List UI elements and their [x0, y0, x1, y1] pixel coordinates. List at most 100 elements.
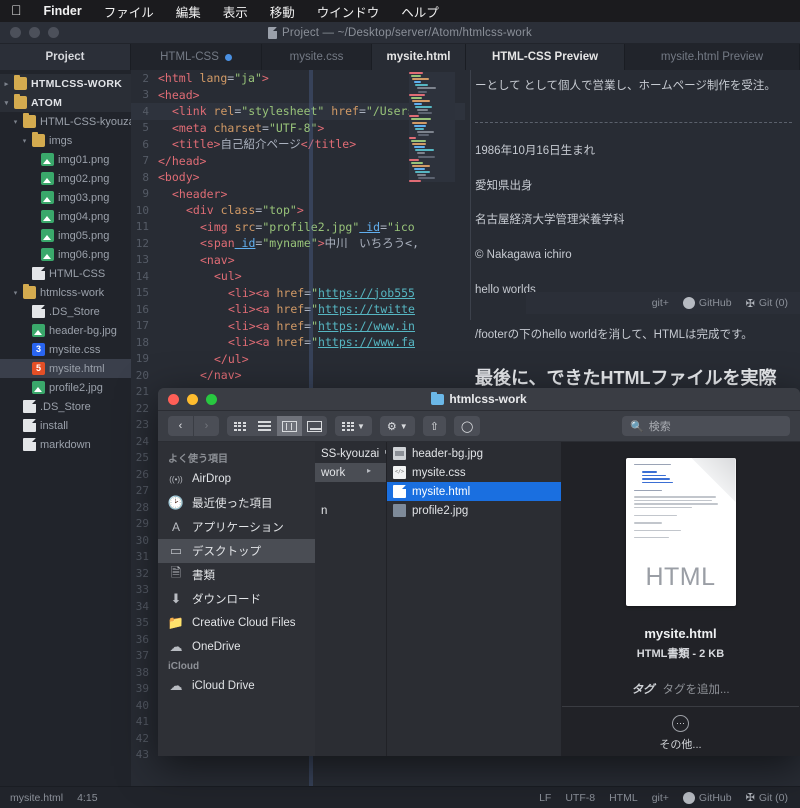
- tree-item-atom[interactable]: ▾ ATOM: [0, 93, 131, 112]
- finder-col1-row[interactable]: n: [315, 501, 386, 520]
- menu-item-finder[interactable]: Finder: [33, 4, 93, 18]
- forward-button[interactable]: ›: [194, 416, 219, 436]
- tab-html-css[interactable]: HTML-CSS: [131, 44, 262, 70]
- tags-placeholder[interactable]: タグを追加...: [662, 681, 729, 697]
- tab-html-css-preview[interactable]: HTML-CSS Preview: [466, 44, 625, 70]
- list-view-button[interactable]: [252, 416, 277, 436]
- twisty-icon[interactable]: ▸: [3, 80, 10, 88]
- finder-file-row[interactable]: profile2.jpg: [387, 501, 561, 520]
- code-line[interactable]: 11 <img src="profile2.jpg" id="ico: [131, 219, 465, 236]
- sidebar-item-airdrop[interactable]: ((•)) AirDrop: [158, 467, 315, 491]
- twisty-icon[interactable]: ▾: [12, 289, 19, 297]
- status-git-plus[interactable]: git+: [652, 792, 669, 804]
- share-button[interactable]: ⇧: [422, 416, 446, 436]
- status-git-button[interactable]: ✠ Git (0): [746, 791, 788, 805]
- view-mode-segmented-control[interactable]: [227, 416, 327, 436]
- code-line[interactable]: 16 <li><a href="https://twitte: [131, 301, 465, 318]
- finder-column-1[interactable]: SS-kyouzai▸ work ▸ n: [315, 442, 387, 756]
- sidebar-item-creative-cloud-files[interactable]: 📁 Creative Cloud Files: [158, 611, 315, 635]
- tree-item-htmlcss-work[interactable]: ▸ HTMLCSS-WORK: [0, 74, 131, 93]
- tree-item-imgs[interactable]: ▾ imgs: [0, 131, 131, 150]
- menu-item-file[interactable]: ファイル: [93, 2, 165, 21]
- sidebar-item-onedrive[interactable]: ☁ OneDrive: [158, 635, 315, 659]
- editor-minimap[interactable]: [409, 72, 455, 182]
- finder-sidebar[interactable]: よく使う項目 ((•)) AirDrop 🕑 最近使った項目 A アプリケーション ▭ デスクト…: [158, 442, 315, 756]
- twisty-icon[interactable]: ▾: [3, 99, 10, 107]
- tags-button[interactable]: ◯: [453, 416, 481, 436]
- menu-item-help[interactable]: ヘルプ: [390, 2, 450, 21]
- finder-col1-row[interactable]: work ▸: [315, 463, 386, 482]
- code-line[interactable]: 17 <li><a href="https://www.in: [131, 318, 465, 335]
- tree-item-ds-store[interactable]: .DS_Store: [0, 302, 131, 321]
- git-button[interactable]: ✠ Git (0): [746, 297, 788, 310]
- tree-item-html-css-kyouza[interactable]: ▾ HTML-CSS-kyouza: [0, 112, 131, 131]
- finder-col1-row[interactable]: SS-kyouzai▸: [315, 444, 386, 463]
- nav-buttons[interactable]: ‹ ›: [168, 416, 219, 436]
- code-line[interactable]: 13 <nav>: [131, 252, 465, 269]
- code-line[interactable]: 15 <li><a href="https://job555: [131, 285, 465, 302]
- tree-item-html-css[interactable]: HTML-CSS: [0, 264, 131, 283]
- github-button[interactable]: GitHub: [682, 297, 732, 309]
- sidebar-item-[interactable]: ⬇ ダウンロード: [158, 587, 315, 611]
- tree-item-img02-png[interactable]: img02.png: [0, 169, 131, 188]
- tree-item-mysite-css[interactable]: 3 mysite.css: [0, 340, 131, 359]
- code-line[interactable]: 12 <span id="myname">中川 いちろう<,: [131, 235, 465, 252]
- apple-menu-icon[interactable]: : [8, 3, 33, 19]
- sidebar-item-[interactable]: ▭ デスクトップ: [158, 539, 315, 563]
- finder-column-view[interactable]: SS-kyouzai▸ work ▸ n header-bg.jpg mysite.cs…: [315, 442, 800, 756]
- code-line[interactable]: 19 </ul>: [131, 351, 465, 368]
- finder-file-row[interactable]: mysite.html: [387, 482, 561, 501]
- coverflow-view-button[interactable]: [302, 416, 327, 436]
- action-menu-button[interactable]: ⚙ ▼: [379, 416, 415, 436]
- code-line[interactable]: 10 <div class="top">: [131, 202, 465, 219]
- tree-item-img06-png[interactable]: img06.png: [0, 245, 131, 264]
- twisty-icon[interactable]: ▾: [21, 137, 28, 145]
- tree-item-header-bg-jpg[interactable]: header-bg.jpg: [0, 321, 131, 340]
- more-label[interactable]: その他...: [659, 736, 701, 752]
- finder-file-row[interactable]: mysite.css: [387, 463, 561, 482]
- back-button[interactable]: ‹: [168, 416, 193, 436]
- tree-item-img04-png[interactable]: img04.png: [0, 207, 131, 226]
- menu-item-view[interactable]: 表示: [212, 2, 259, 21]
- sidebar-item-[interactable]: 🕑 最近使った項目: [158, 491, 315, 515]
- menu-item-window[interactable]: ウインドウ: [306, 2, 391, 21]
- status-encoding[interactable]: UTF-8: [565, 792, 595, 804]
- menu-item-go[interactable]: 移動: [259, 2, 306, 21]
- sidebar-item-[interactable]: A アプリケーション: [158, 515, 315, 539]
- status-cursor-position[interactable]: 4:15: [77, 792, 97, 804]
- finder-column-2[interactable]: header-bg.jpg mysite.css mysite.html profil…: [387, 442, 562, 756]
- tree-item-install[interactable]: install: [0, 416, 131, 435]
- code-line[interactable]: 20 </nav>: [131, 367, 465, 384]
- tree-item-htmlcss-work[interactable]: ▾ htmlcss-work: [0, 283, 131, 302]
- tab-project[interactable]: Project: [0, 44, 131, 70]
- icon-view-button[interactable]: [227, 416, 252, 436]
- status-github-button[interactable]: GitHub: [682, 791, 732, 804]
- tree-item-ds-store[interactable]: .DS_Store: [0, 397, 131, 416]
- status-grammar[interactable]: HTML: [609, 792, 638, 804]
- preview-more-section[interactable]: ⋯ その他...: [562, 706, 799, 752]
- finder-col1-row[interactable]: [315, 482, 386, 501]
- git-plus-button[interactable]: git+: [652, 297, 669, 309]
- finder-window[interactable]: htmlcss-work ‹ › ▼ ⚙ ▼ ⇧ ◯ 🔍 検索 よく使う項目 (…: [158, 388, 800, 756]
- tab-mysite-html-preview[interactable]: mysite.html Preview: [625, 44, 800, 70]
- status-filename[interactable]: mysite.html: [10, 792, 63, 804]
- finder-file-row[interactable]: header-bg.jpg: [387, 444, 561, 463]
- preview-tags-row[interactable]: タグ タグを追加...: [631, 681, 729, 697]
- tab-mysite-html[interactable]: mysite.html: [372, 44, 466, 70]
- sidebar-item-[interactable]: 🗎 書類: [158, 563, 315, 587]
- tree-item-img03-png[interactable]: img03.png: [0, 188, 131, 207]
- column-view-button[interactable]: [277, 416, 302, 436]
- menu-item-edit[interactable]: 編集: [165, 2, 212, 21]
- tree-item-mysite-html[interactable]: 5 mysite.html: [0, 359, 131, 378]
- group-by-button[interactable]: ▼: [335, 416, 372, 436]
- tree-item-profile2-jpg[interactable]: profile2.jpg: [0, 378, 131, 397]
- search-box[interactable]: 🔍 検索: [622, 416, 790, 436]
- code-line[interactable]: 14 <ul>: [131, 268, 465, 285]
- code-line[interactable]: 18 <li><a href="https://www.fa: [131, 334, 465, 351]
- code-line[interactable]: 9 <header>: [131, 186, 465, 203]
- sidebar-item-icloud-drive[interactable]: ☁ iCloud Drive: [158, 674, 315, 698]
- tree-item-markdown[interactable]: markdown: [0, 435, 131, 454]
- twisty-icon[interactable]: ▾: [12, 118, 19, 126]
- tab-mysite-css[interactable]: mysite.css: [262, 44, 372, 70]
- tree-item-img05-png[interactable]: img05.png: [0, 226, 131, 245]
